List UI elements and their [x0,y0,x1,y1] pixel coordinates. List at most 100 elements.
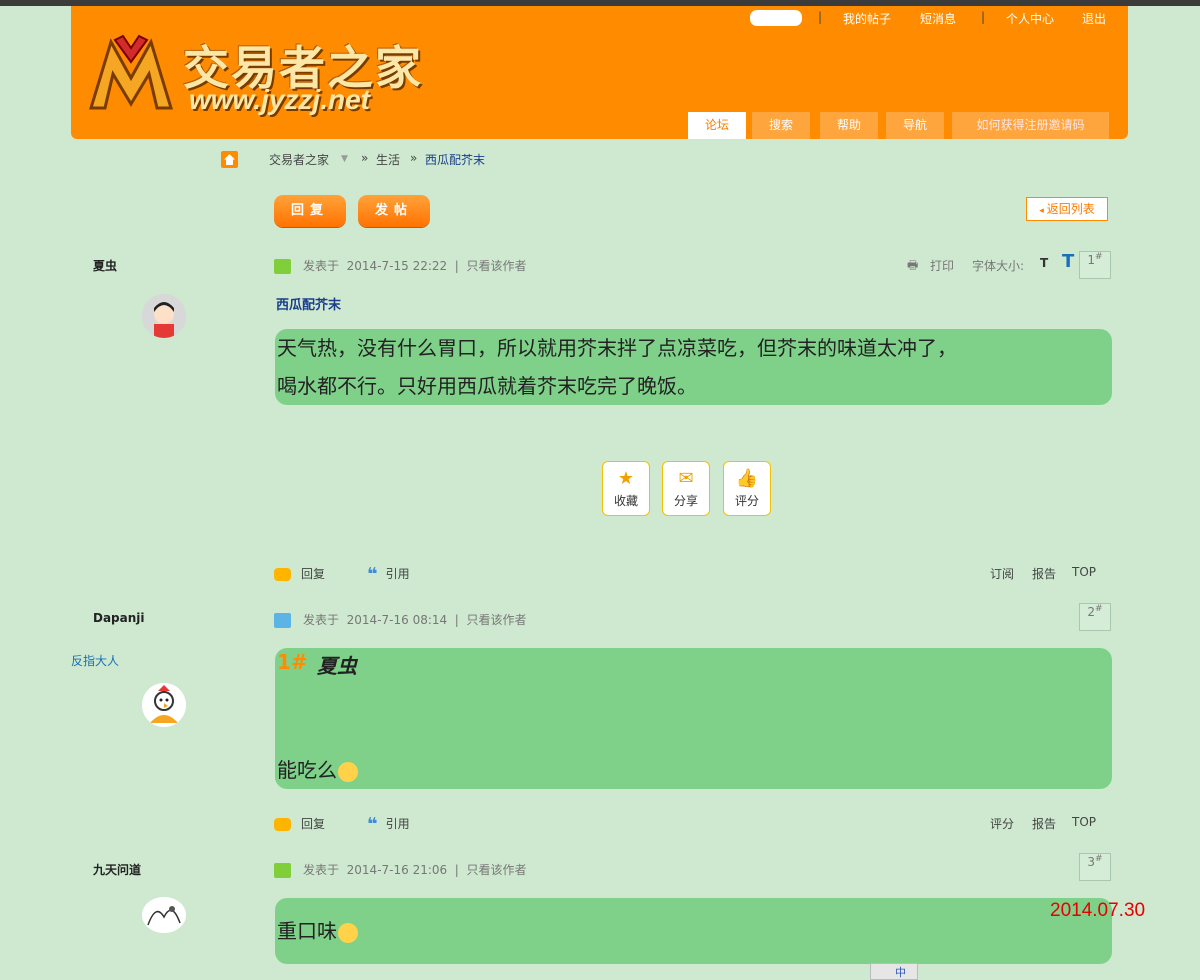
post2-floor-badge[interactable]: 2# [1079,603,1111,631]
post1-footer: 回复 ❝ 引用 [274,563,410,585]
post3-floor-number: 3 [1087,855,1096,869]
rate-label: 评分 [734,494,759,508]
tab-help[interactable]: 帮助 [820,112,878,139]
post2-floor-number: 2 [1087,605,1096,619]
post1-body-line2: 喝水都不行。只好用西瓜就着芥末吃完了晚饭。 [277,374,697,398]
quote-icon: ❝ [367,563,378,585]
post2-body-text: 能吃么 [277,758,337,782]
tab-invite-code[interactable]: 如何获得注册邀请码 [952,112,1109,139]
breadcrumb-sep: » [410,151,418,165]
thumbs-up-icon: 👍 [735,468,759,489]
post3-content: 重口味 [275,898,1112,964]
back-to-list-button[interactable]: ◂ 返回列表 [1026,197,1108,221]
star-icon: ★ [617,468,635,489]
post3-posted-label: 发表于 [303,863,340,877]
topnav-my-posts[interactable]: 我的帖子 [843,10,891,27]
share-button[interactable]: ✉ 分享 [662,461,710,516]
meta-sep: | [454,613,459,627]
post1-body-line1: 天气热，没有什么胃口，所以就用芥末拌了点凉菜吃，但芥末的味道太冲了， [277,336,957,360]
post1-time: 2014-7-15 22:22 [346,259,448,273]
post3-avatar[interactable] [142,897,186,933]
topnav-messages[interactable]: 短消息 [920,10,956,27]
post2-only-author[interactable]: 只看该作者 [466,613,526,627]
post1-author[interactable]: 夏虫 [93,257,117,274]
topnav-sep-1: | [818,10,823,24]
dizzy-emoticon-icon [338,922,358,943]
site-header: 交易者之家 www.jyzzj.net | 我的帖子 短消息 | 个人中心 退出… [71,6,1128,139]
envelope-icon: ✉ [678,468,694,489]
post1-only-author[interactable]: 只看该作者 [466,259,526,273]
post1-title: 西瓜配芥末 [276,298,342,313]
post1-subscribe-link[interactable]: 订阅 [990,565,1014,582]
font-size-label: 字体大小: [972,259,1025,273]
post2-rate-link[interactable]: 评分 [990,815,1014,832]
date-stamp: 2014.07.30 [1050,900,1146,921]
print-icon[interactable]: 🖶 [907,256,918,277]
post2-meta: 发表于 2014-7-16 08:14 | 只看该作者 [274,611,527,628]
post2-reply-link[interactable]: 回复 [301,817,325,831]
meta-sep: | [454,259,459,273]
offline-status-icon [274,613,291,628]
breadcrumb-life[interactable]: 生活 [376,151,400,168]
post3-meta: 发表于 2014-7-16 21:06 | 只看该作者 [274,861,527,878]
post2-user-title: 反指大人 [71,654,120,668]
post2-avatar[interactable] [142,683,186,727]
quote-icon: ❝ [367,813,378,835]
post1-report-link[interactable]: 报告 [1032,565,1056,582]
post2-top-link[interactable]: TOP [1072,815,1096,829]
post1-content: 天气热，没有什么胃口，所以就用芥末拌了点凉菜吃，但芥末的味道太冲了， 喝水都不行… [275,329,1112,405]
post1-top-link[interactable]: TOP [1072,565,1096,579]
tab-search[interactable]: 搜索 [752,112,810,139]
post2-posted-label: 发表于 [303,613,340,627]
post3-time: 2014-7-16 21:06 [346,863,448,877]
reply-icon [274,818,291,831]
font-size-small-button[interactable]: T [1040,256,1048,270]
ime-indicator[interactable]: 中 [870,963,918,980]
post1-avatar[interactable] [142,294,186,338]
post2-footer: 回复 ❝ 引用 [274,813,410,835]
post3-author[interactable]: 九天问道 [93,861,141,878]
post3-body-text: 重口味 [277,919,337,943]
topnav-logout[interactable]: 退出 [1082,10,1106,27]
font-size-large-button[interactable]: T [1062,251,1074,272]
reply-button[interactable]: 回复 [274,195,346,227]
online-status-icon [274,259,291,274]
topnav-user-center[interactable]: 个人中心 [1006,10,1054,27]
post2-body: 能吃么 [277,751,358,789]
favorite-button[interactable]: ★ 收藏 [602,461,650,516]
post1-reply-link[interactable]: 回复 [301,567,325,581]
dizzy-emoticon-icon [338,761,358,782]
share-label: 分享 [673,494,698,508]
post2-time: 2014-7-16 08:14 [346,613,448,627]
home-icon[interactable] [221,151,238,168]
breadcrumb-current[interactable]: 西瓜配芥末 [425,151,485,168]
tab-forum[interactable]: 论坛 [688,112,746,139]
quote-floor-ref[interactable]: 1# [277,650,308,674]
ime-label: 中 [895,966,906,979]
breadcrumb-home[interactable]: 交易者之家 [269,151,329,168]
post2-content: 1# 夏虫 能吃么 [275,648,1112,789]
post2-report-link[interactable]: 报告 [1032,815,1056,832]
post2-author[interactable]: Dapanji [93,611,145,625]
chevron-left-icon: ◂ [1039,206,1047,216]
meta-sep: | [454,863,459,877]
post3-floor-badge[interactable]: 3# [1079,853,1111,881]
breadcrumb-dropdown-icon[interactable]: ▼ [341,154,348,164]
post3-only-author[interactable]: 只看该作者 [466,863,526,877]
tab-navigation[interactable]: 导航 [886,112,944,139]
post1-floor-number: 1 [1087,253,1096,267]
favorite-label: 收藏 [613,494,638,508]
username-masked[interactable] [750,10,802,26]
new-post-button[interactable]: 发帖 [358,195,430,227]
rate-button[interactable]: 👍 评分 [723,461,771,516]
post2-quote-link[interactable]: 引用 [386,817,410,831]
post1-quote-link[interactable]: 引用 [386,567,410,581]
post1-floor-badge[interactable]: 1# [1079,251,1111,279]
print-link[interactable]: 打印 [930,257,954,274]
quote-author: 夏虫 [317,654,357,678]
post1-meta: 发表于 2014-7-15 22:22 | 只看该作者 [274,257,527,274]
post3-body: 重口味 [277,912,358,950]
logo-url[interactable]: www.jyzzj.net [189,84,370,116]
online-status-icon [274,863,291,878]
topnav-sep-2: | [981,10,986,24]
